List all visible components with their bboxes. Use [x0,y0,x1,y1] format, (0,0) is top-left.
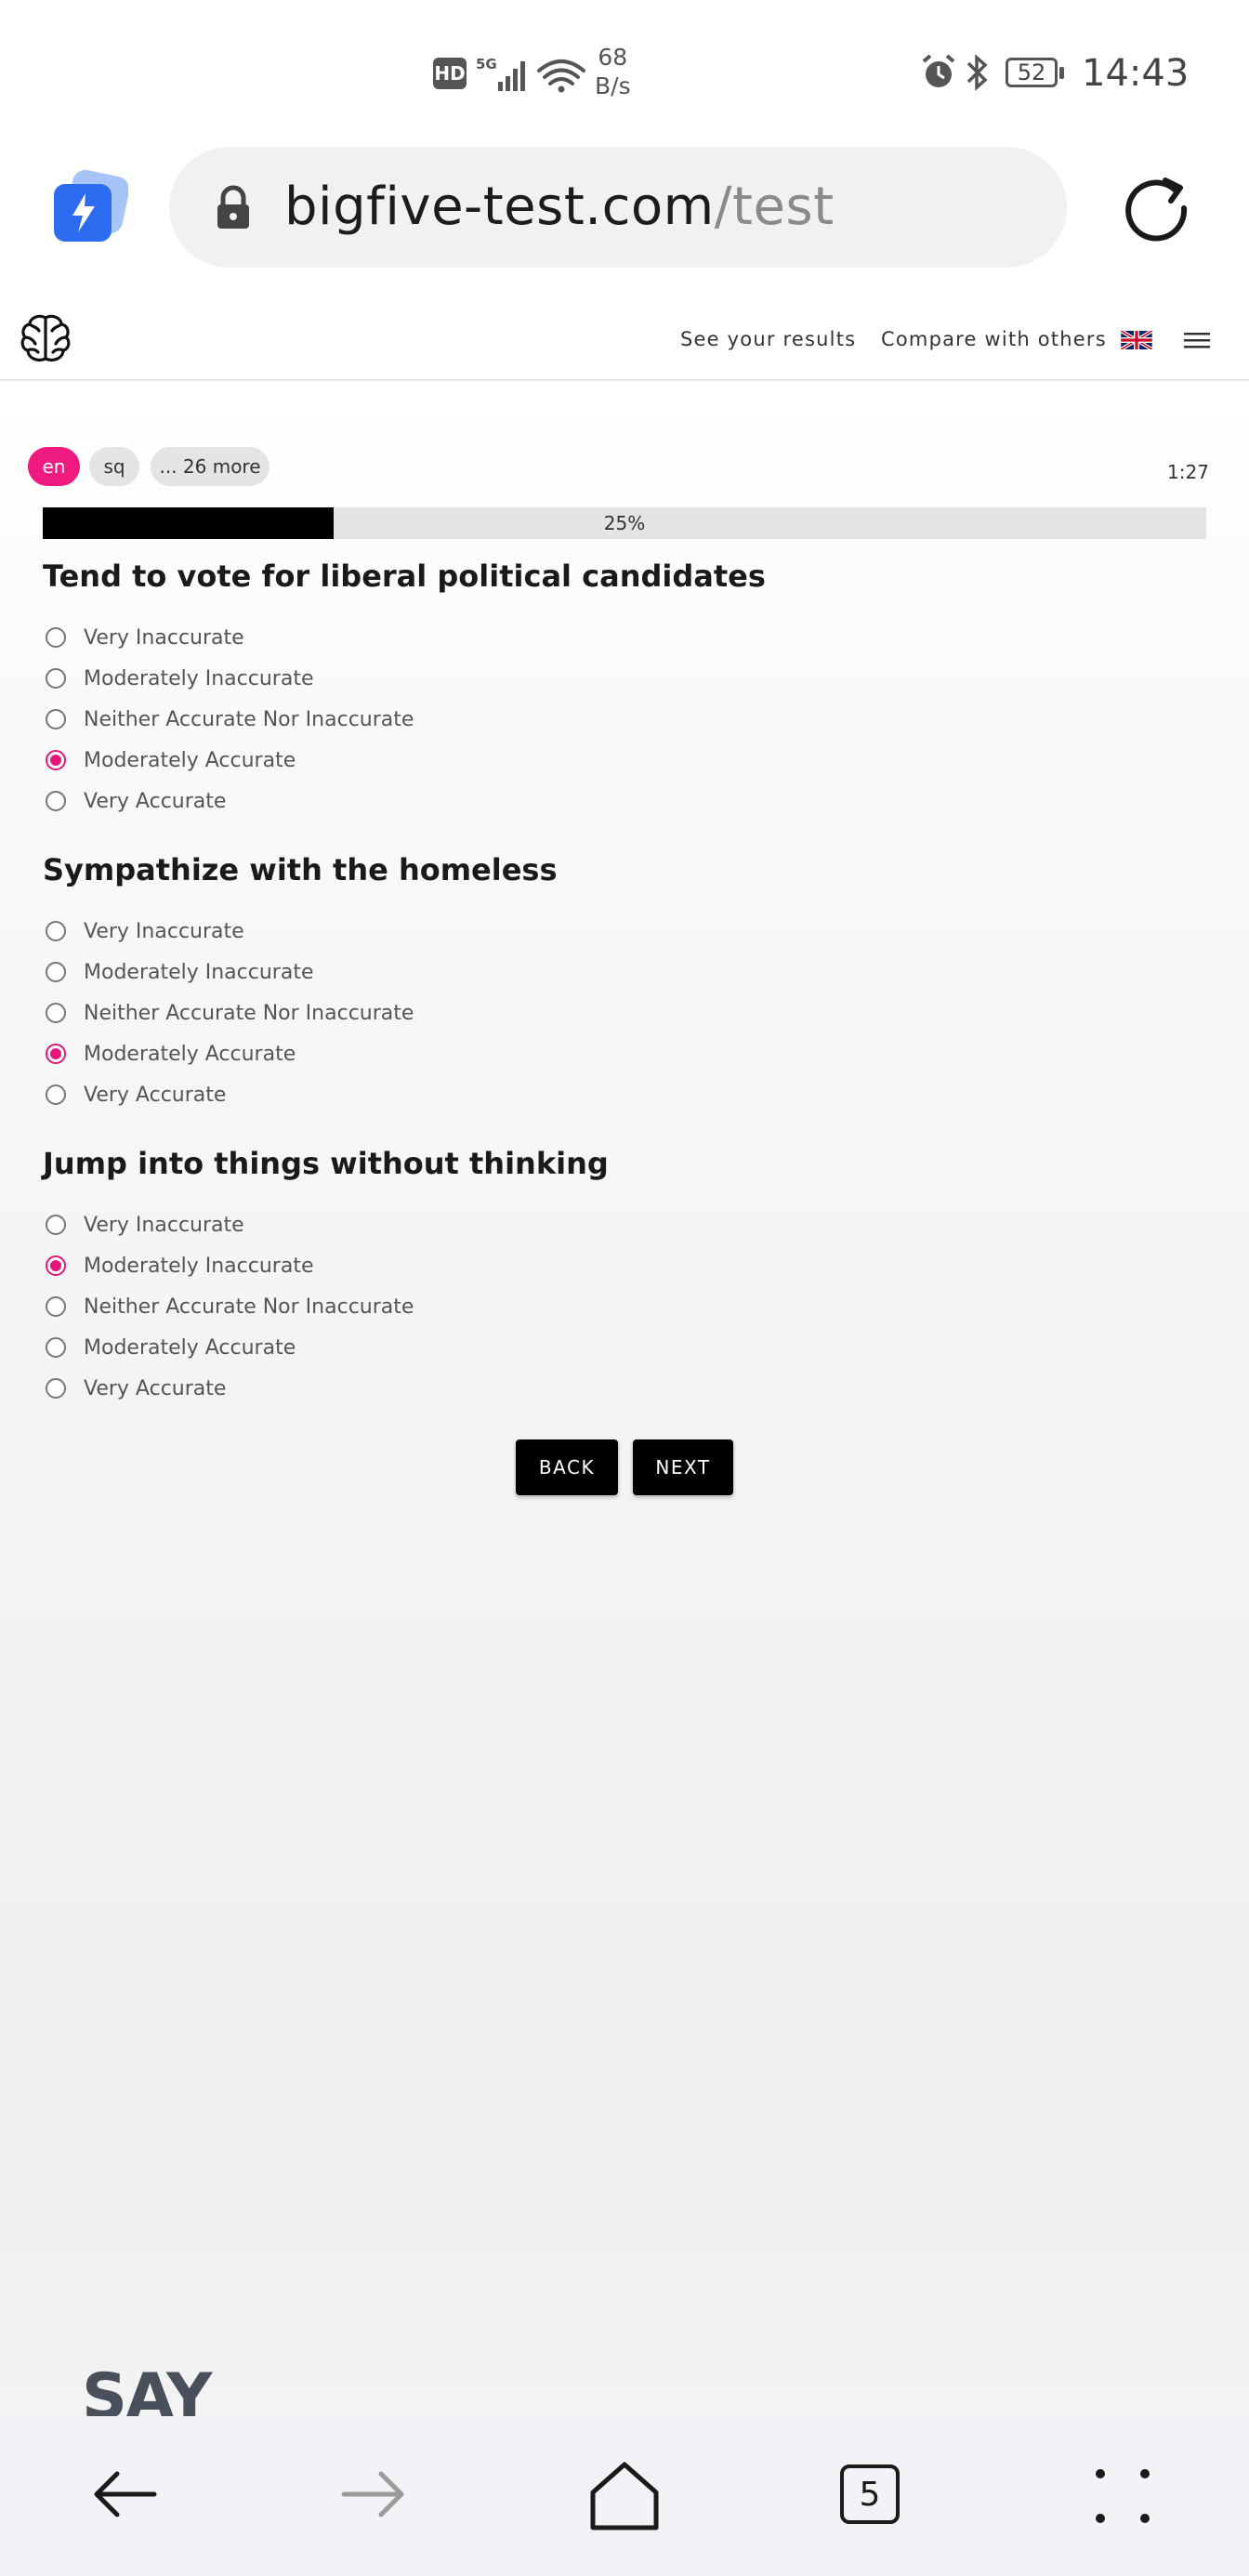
option-label: Neither Accurate Nor Inaccurate [84,1295,414,1319]
option-label: Very Accurate [84,789,227,813]
question-title: Tend to vote for liberal political candi… [43,559,766,594]
option-label: Moderately Inaccurate [84,1254,314,1278]
url-domain: bigfive-test.com [284,177,715,237]
url-path: /test [714,177,835,237]
uk-flag-icon[interactable] [1120,329,1153,353]
answer-option[interactable]: Neither Accurate Nor Inaccurate [43,1286,1206,1327]
network-type: 5G [476,56,497,72]
radio-button[interactable] [46,921,66,941]
lock-icon [212,184,255,236]
answer-option[interactable]: Moderately Accurate [43,1327,1206,1368]
tabs-icon[interactable]: 5 [840,2464,900,2524]
answer-option[interactable]: Very Accurate [43,781,1206,821]
language-chip-sq[interactable]: sq [89,447,139,486]
answer-option[interactable]: Moderately Inaccurate [43,658,1206,699]
progress-bar: 25% [43,507,1206,539]
option-label: Neither Accurate Nor Inaccurate [84,707,414,731]
option-label: Very Inaccurate [84,919,244,943]
answer-option[interactable]: Moderately Inaccurate [43,952,1206,992]
more-menu-icon[interactable] [1093,2466,1154,2531]
brain-logo-icon[interactable] [19,312,72,370]
battery-icon: 52 [1006,58,1064,87]
status-bar: HD 5G 68 B/s 52 14:43 [0,0,1249,139]
radio-button[interactable] [46,962,66,982]
forward-arrow-icon[interactable] [338,2459,409,2533]
answer-options: Very Inaccurate Moderately Inaccurate Neit… [43,911,1206,1115]
option-label: Moderately Inaccurate [84,960,314,984]
nav-compare-link[interactable]: Compare with others [881,328,1107,350]
back-arrow-icon[interactable] [89,2459,160,2533]
home-icon[interactable] [587,2459,662,2537]
radio-button[interactable] [46,1084,66,1105]
option-label: Very Inaccurate [84,625,244,650]
answer-option[interactable]: Moderately Inaccurate [43,1245,1206,1286]
wifi-icon [537,59,585,85]
radio-button[interactable] [46,627,66,648]
reload-icon[interactable] [1117,169,1195,251]
question-title: Sympathize with the homeless [43,852,558,887]
option-label: Very Accurate [84,1083,227,1107]
radio-button[interactable] [46,1378,66,1399]
radio-button[interactable] [46,791,66,811]
signal-icon: 5G [476,54,587,99]
radio-button[interactable] [46,1255,66,1276]
hamburger-menu-icon[interactable] [1184,329,1210,355]
radio-button[interactable] [46,1003,66,1023]
question-3: Jump into things without thinking Very I… [43,1141,1206,1409]
question-2: Sympathize with the homeless Very Inaccu… [43,848,1206,1115]
answer-option[interactable]: Neither Accurate Nor Inaccurate [43,699,1206,740]
radio-button[interactable] [46,1337,66,1358]
option-label: Moderately Accurate [84,1042,296,1066]
back-button[interactable]: BACK [516,1439,618,1495]
timer: 1:27 [1167,461,1209,483]
progress-label: 25% [603,512,646,534]
alarm-icon [918,52,959,97]
radio-button[interactable] [46,668,66,689]
option-label: Neither Accurate Nor Inaccurate [84,1001,414,1025]
answer-option[interactable]: Moderately Accurate [43,1033,1206,1074]
language-more-chip[interactable]: ... 26 more [151,447,270,486]
question-title: Jump into things without thinking [43,1146,609,1181]
radio-button[interactable] [46,709,66,729]
next-button[interactable]: NEXT [633,1439,733,1495]
radio-button[interactable] [46,750,66,770]
url-text[interactable]: bigfive-test.com/test [284,177,835,237]
option-label: Very Accurate [84,1376,227,1400]
nav-see-results-link[interactable]: See your results [680,328,856,350]
answer-option[interactable]: Neither Accurate Nor Inaccurate [43,992,1206,1033]
language-chip-en[interactable]: en [28,447,80,486]
answer-option[interactable]: Very Inaccurate [43,1204,1206,1245]
radio-button[interactable] [46,1044,66,1064]
answer-option[interactable]: Moderately Accurate [43,740,1206,781]
answer-option[interactable]: Very Inaccurate [43,911,1206,952]
option-label: Very Inaccurate [84,1213,244,1237]
option-label: Moderately Accurate [84,1335,296,1360]
question-1: Tend to vote for liberal political candi… [43,554,1206,821]
hd-badge: HD [433,58,467,89]
answer-options: Very Inaccurate Moderately Inaccurate Neit… [43,617,1206,821]
answer-option[interactable]: Very Inaccurate [43,617,1206,658]
option-label: Moderately Accurate [84,748,296,772]
network-speed: 68 B/s [595,44,631,99]
clock: 14:43 [1082,52,1190,95]
answer-option[interactable]: Very Accurate [43,1074,1206,1115]
lightning-app-icon[interactable] [52,169,130,245]
bluetooth-icon [965,52,991,97]
answer-option[interactable]: Very Accurate [43,1368,1206,1409]
answer-options: Very Inaccurate Moderately Inaccurate Neit… [43,1204,1206,1409]
radio-button[interactable] [46,1296,66,1317]
option-label: Moderately Inaccurate [84,666,314,690]
radio-button[interactable] [46,1215,66,1235]
